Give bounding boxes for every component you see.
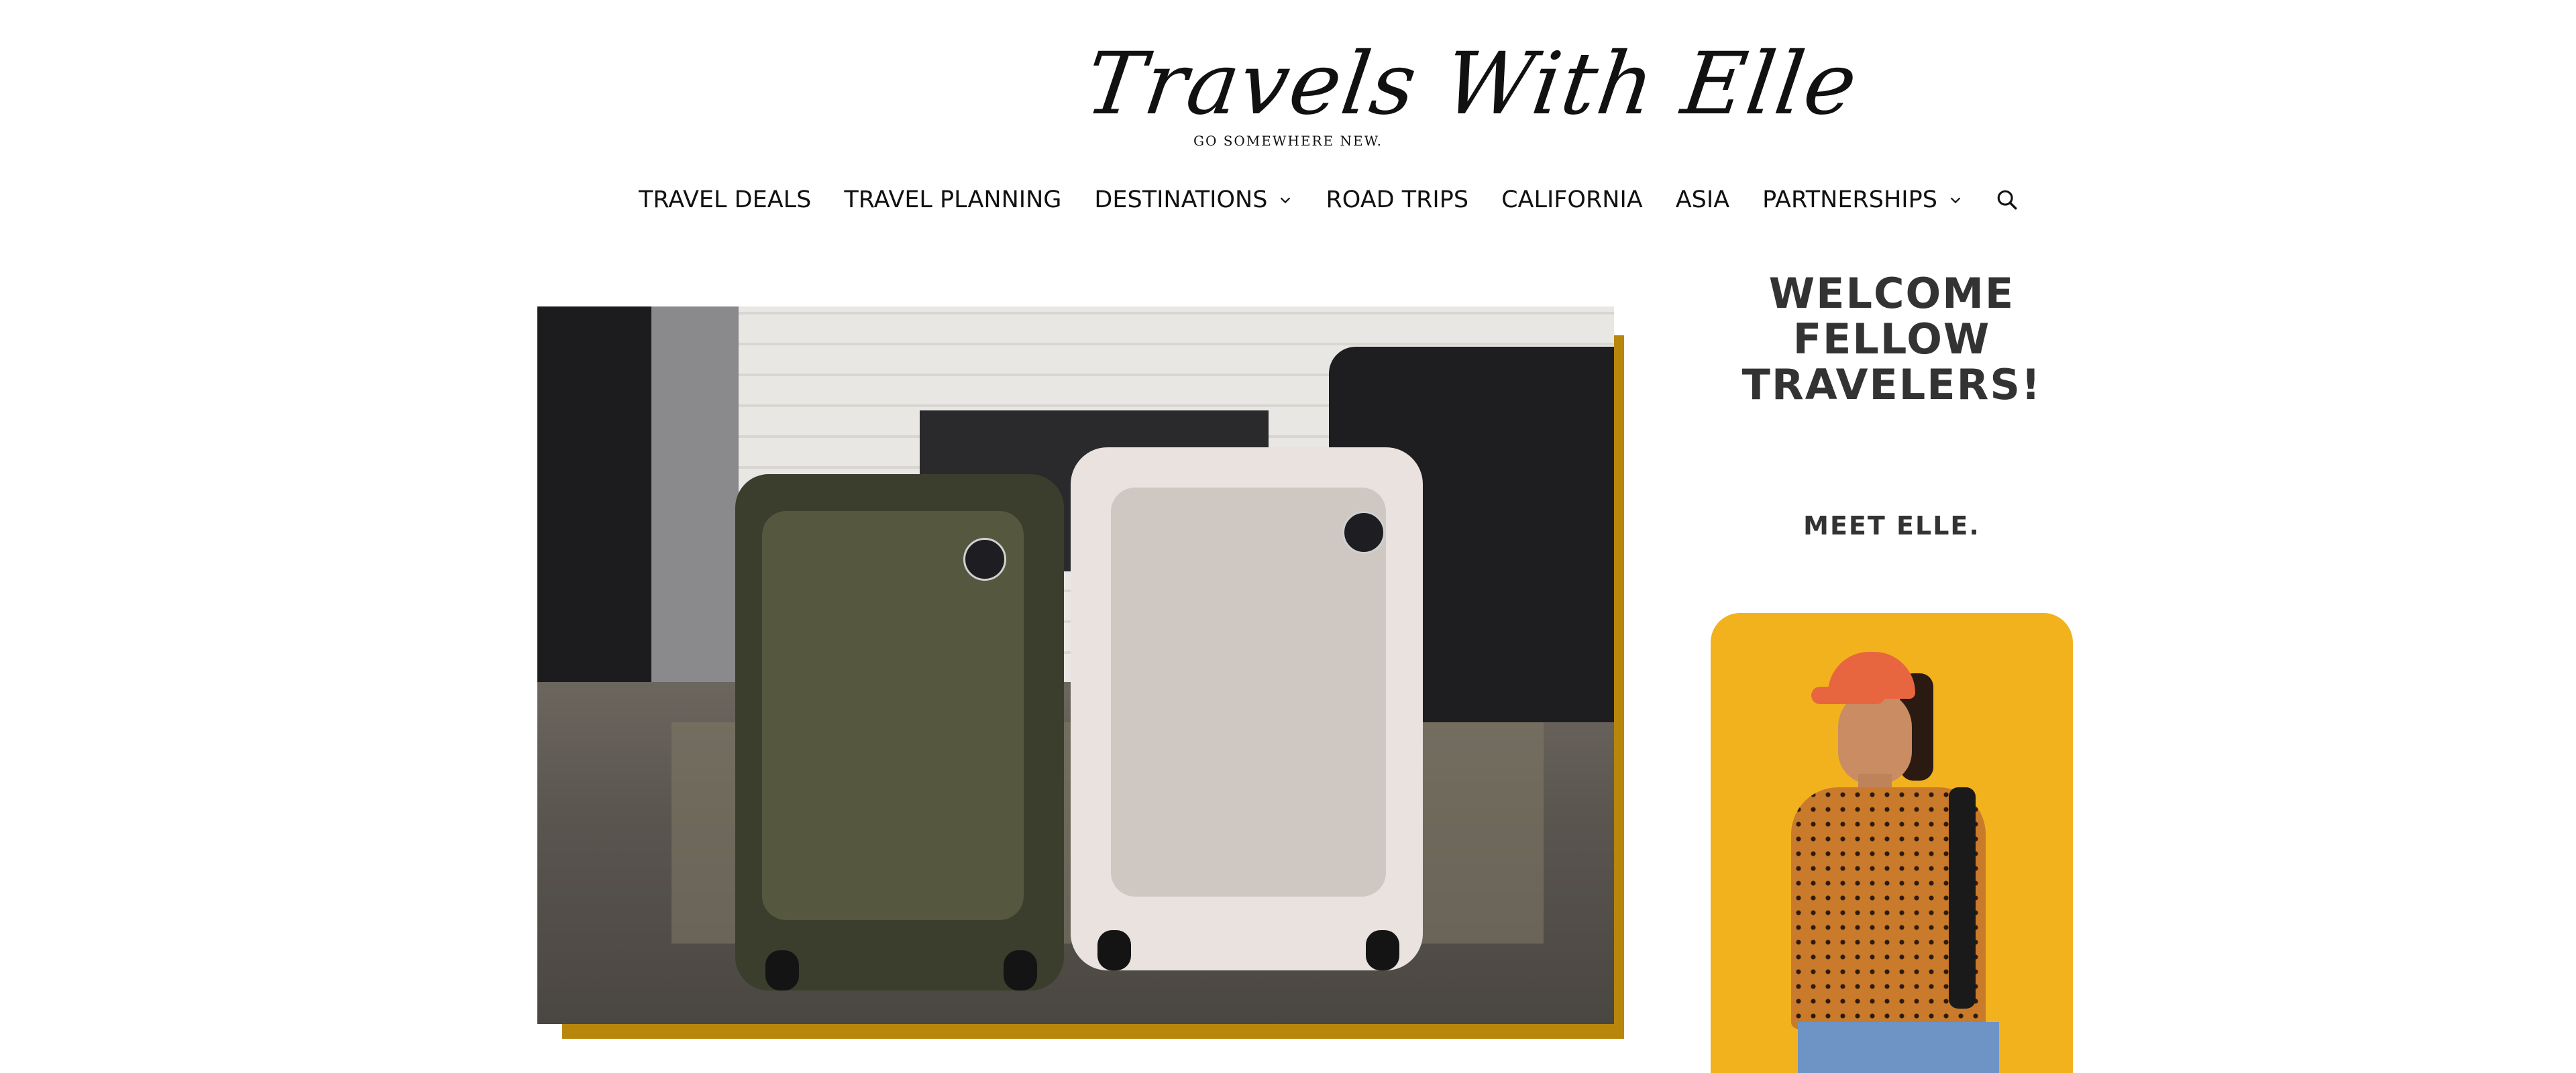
nav-item-travel-deals[interactable]: TRAVEL DEALS [639, 186, 811, 213]
hero-image-suitcases[interactable] [537, 306, 1614, 1024]
nav-item-label: CALIFORNIA [1501, 186, 1643, 213]
search-icon[interactable] [1996, 188, 2019, 211]
nav-item-label: PARTNERSHIPS [1762, 186, 1937, 213]
meet-elle-heading: MEET ELLE. [1803, 511, 1980, 541]
nav-item-label: DESTINATIONS [1094, 186, 1268, 213]
nav-item-label: ROAD TRIPS [1326, 186, 1469, 213]
nav-item-label: TRAVEL PLANNING [844, 186, 1062, 213]
beige-suitcase [1071, 447, 1423, 970]
green-suitcase [735, 474, 1064, 991]
main-navigation: TRAVEL DEALS TRAVEL PLANNING DESTINATION… [639, 186, 2019, 213]
nav-item-road-trips[interactable]: ROAD TRIPS [1326, 186, 1468, 213]
nav-item-travel-planning[interactable]: TRAVEL PLANNING [844, 186, 1061, 213]
nav-item-california[interactable]: CALIFORNIA [1501, 186, 1643, 213]
nav-item-label: TRAVEL DEALS [639, 186, 812, 213]
nav-item-partnerships[interactable]: PARTNERSHIPS [1762, 186, 1963, 213]
nav-item-label: ASIA [1675, 186, 1730, 213]
chevron-down-icon [1950, 197, 1961, 204]
page: Travels With Elle GO SOMEWHERE NEW. TRAV… [0, 0, 2576, 1073]
nav-item-asia[interactable]: ASIA [1676, 186, 1729, 213]
welcome-heading: WELCOME FELLOW TRAVELERS! [1741, 269, 2042, 409]
logo-script-text: Travels With Elle [1079, 34, 1864, 134]
site-logo[interactable]: Travels With Elle GO SOMEWHERE NEW. [1080, 24, 1864, 158]
elle-profile-photo [1711, 613, 2073, 1073]
logo-tagline: GO SOMEWHERE NEW. [1193, 133, 1383, 149]
chevron-down-icon [1281, 197, 1291, 204]
nav-item-destinations[interactable]: DESTINATIONS [1094, 186, 1293, 213]
